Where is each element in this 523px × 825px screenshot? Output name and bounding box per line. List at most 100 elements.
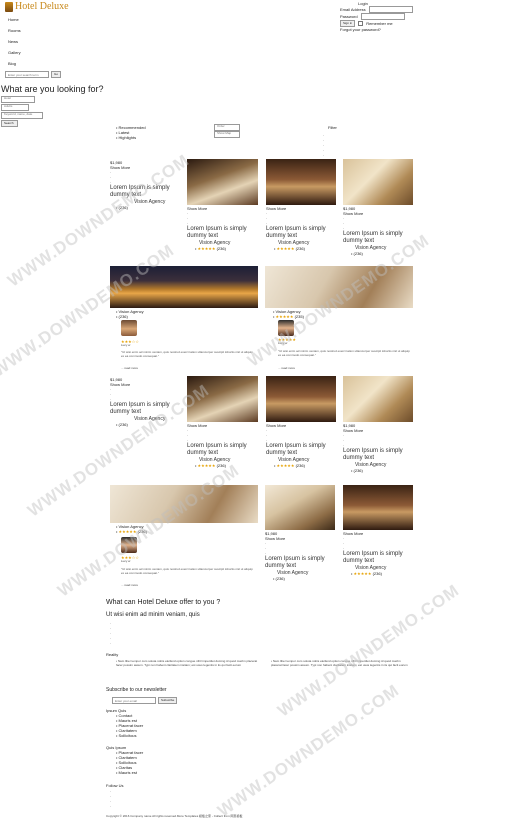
hotel-lobby-photo[interactable]	[187, 159, 258, 205]
listing-card-2[interactable]: Show More · · · Lorem Ipsum is simply dumm…	[187, 206, 261, 251]
email-field[interactable]	[368, 6, 413, 13]
sign-in-button[interactable]: Sign in	[340, 20, 356, 27]
rating: ★★★★★ (236)	[343, 571, 415, 576]
review-3-meta: ★★★☆☆ Lucy w	[121, 555, 139, 564]
listing-title[interactable]: Lorem Ipsum is simply dummy text	[343, 448, 415, 462]
listing-title[interactable]: Lorem Ipsum is simply dummy text	[187, 226, 261, 240]
hotel-room-photo[interactable]	[343, 376, 413, 422]
nav-item-rooms[interactable]: Rooms	[8, 28, 21, 39]
listing-title[interactable]: Lorem Ipsum is simply dummy text	[343, 231, 415, 245]
review-card-2: Vision Agency ★★★★★ (235)	[273, 309, 304, 319]
rating: ★★★★★ (236)	[266, 463, 340, 468]
listing-title[interactable]: Lorem Ipsum is simply dummy text	[110, 185, 185, 199]
reality-title: Reality	[106, 652, 119, 657]
listing-title[interactable]: Lorem Ipsum is simply dummy text	[266, 443, 340, 457]
listing-card-7[interactable]: Show More · · · Lorem Ipsum is simply dumm…	[266, 423, 340, 468]
hotel-atrium-photo[interactable]	[266, 159, 336, 205]
rating-count: (236)	[137, 529, 147, 534]
bullet-dots: · · ·	[343, 536, 345, 551]
show-map-select[interactable]: Show Map	[214, 131, 240, 138]
subscribe-button[interactable]: Subscribe	[158, 697, 178, 704]
bullet-dots: · · ·	[266, 211, 268, 226]
newsletter-title: Subscribe to our newsletter	[106, 687, 167, 693]
hotel-exterior-night-photo[interactable]	[110, 266, 258, 308]
read-more-link[interactable]: ... read more	[121, 366, 138, 371]
footer-col-1: Ipsum Quis Contact Mauris est Placerat f…	[106, 708, 143, 738]
copyright: Copyright © 2016 Company name All rights…	[106, 814, 243, 818]
search-go-button[interactable]: Go	[51, 71, 62, 78]
brand-logo[interactable]: Hotel Deluxe	[5, 1, 69, 14]
watermark: WWW.DOWNDEMO.COM	[0, 240, 178, 381]
rating: ★★★★★ (236)	[187, 246, 261, 251]
nav-item-news[interactable]: News	[8, 39, 21, 50]
forgot-password-link[interactable]: Forgot your password?	[340, 27, 413, 32]
bullet-dots: · · ·	[266, 428, 268, 443]
review-2-meta: ★★★★★ Lucy w	[278, 337, 296, 346]
bullet-dots: · · ·	[343, 433, 345, 448]
read-more-link[interactable]: ... read more	[121, 583, 138, 588]
rating-count: (235)	[294, 314, 304, 319]
listing-title[interactable]: Lorem Ipsum is simply dummy text	[187, 443, 261, 457]
listing-card-1[interactable]: $1,980 Show More · · · Lorem Ipsum is simp…	[110, 160, 185, 210]
footer-link[interactable]: Mauris est	[106, 770, 143, 775]
keyword-input[interactable]: Keyword, name, date	[1, 112, 43, 119]
login-box: Login Email Address Password Sign in Rem…	[340, 1, 413, 32]
listing-card-8[interactable]: $1,980 Show More · · · Lorem Ipsum is simp…	[343, 423, 415, 473]
search-button[interactable]: Search	[1, 120, 18, 127]
newsletter-email-input[interactable]	[112, 697, 156, 704]
nav-item-home[interactable]: Home	[8, 17, 21, 28]
reviewer-name: Lucy w	[121, 343, 131, 347]
read-more-link[interactable]: ... read more	[278, 366, 295, 371]
listing-card-6[interactable]: Show More · · · Lorem Ipsum is simply dumm…	[187, 423, 261, 468]
review-card-3: Vision Agency ★★★★★ (236)	[116, 524, 147, 534]
filter-label[interactable]: Filter	[328, 125, 337, 130]
brand-name: Hotel Deluxe	[15, 1, 69, 12]
social-icons[interactable]: · · · ·	[110, 789, 111, 809]
adults-select[interactable]: Adults	[1, 104, 29, 111]
hotel-bedroom-photo[interactable]	[265, 485, 335, 530]
review-text: "Ut wisi enim ad minim veniam, quis nost…	[121, 567, 253, 575]
reality-item-1: Nam liber tempor cum soluta nobis eleife…	[116, 659, 264, 668]
rating-count: (236)	[110, 422, 185, 427]
remember-label: Remember me	[366, 21, 393, 26]
hotel-atrium-photo[interactable]	[343, 485, 413, 530]
listing-card-9[interactable]: $1,980 Show More · · · Lorem Ipsum is simp…	[265, 531, 339, 581]
reviewer-name: Lucy w	[278, 341, 288, 345]
hotel-suite-photo[interactable]	[110, 485, 258, 523]
nav-item-gallery[interactable]: Gallery	[8, 50, 21, 61]
listing-card-5[interactable]: $1,980 Show More · · · Lorem Ipsum is simp…	[110, 377, 185, 427]
listing-title[interactable]: Lorem Ipsum is simply dummy text	[265, 556, 339, 570]
newsletter-form: Subscribe	[112, 697, 178, 704]
bullet-dots: · · ·	[343, 216, 345, 231]
email-label: Email Address	[340, 7, 366, 12]
hotel-atrium-photo[interactable]	[266, 376, 336, 422]
watermark: WWW.DOWNDEMO.COM	[274, 580, 463, 721]
password-field[interactable]	[360, 13, 405, 20]
listing-card-4[interactable]: $1,980 Show More · · · Lorem Ipsum is simp…	[343, 206, 415, 256]
hotel-suite-photo[interactable]	[265, 266, 413, 308]
sort-highlights[interactable]: Highlights	[116, 135, 146, 140]
listing-title[interactable]: Lorem Ipsum is simply dummy text	[110, 402, 185, 416]
rating-count: (236)	[265, 576, 339, 581]
listing-card-10[interactable]: Show More · · · Lorem Ipsum is simply dumm…	[343, 531, 415, 576]
hotel-room-photo[interactable]	[343, 159, 413, 205]
footer-link[interactable]: Sollicitous	[106, 733, 143, 738]
filter-dots: · · · · ·	[323, 133, 325, 158]
sort-controls: Order Show Map	[214, 124, 240, 138]
hotel-lobby-photo[interactable]	[187, 376, 258, 422]
listing-title[interactable]: Lorem Ipsum is simply dummy text	[266, 226, 340, 240]
reality-item-2: Nam liber tempor cum soluta nobis eleife…	[271, 659, 411, 668]
watermark: WWW.DOWNDEMO.COM	[54, 460, 243, 601]
listing-title[interactable]: Lorem Ipsum is simply dummy text	[343, 551, 415, 565]
remember-checkbox[interactable]	[358, 21, 364, 26]
search-bar: Go	[5, 71, 62, 78]
rating: ★★★★★ (236)	[266, 246, 340, 251]
rating: ★★★★★ (236)	[187, 463, 261, 468]
search-input[interactable]	[5, 71, 49, 78]
offer-subtitle: Ut wisi enim ad minim veniam, quis	[106, 612, 200, 618]
order-select[interactable]: Order	[214, 124, 240, 131]
listing-card-3[interactable]: Show More · · · Lorem Ipsum is simply dumm…	[266, 206, 340, 251]
hotel-select[interactable]: Hotel	[1, 96, 35, 103]
watermark: WWW.DOWNDEMO.COM	[214, 680, 403, 821]
rating-count: (236)	[110, 205, 185, 210]
